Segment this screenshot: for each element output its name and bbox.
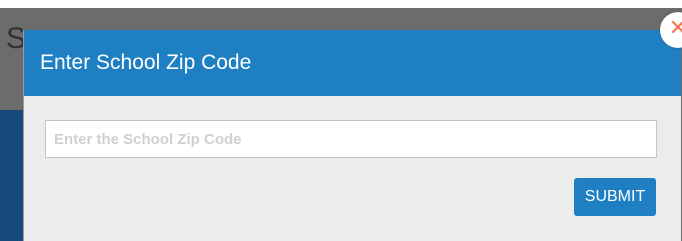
submit-button[interactable]: SUBMIT	[574, 178, 656, 216]
close-icon: ✕	[668, 16, 682, 41]
background-panel	[0, 110, 24, 241]
zip-code-input[interactable]	[45, 120, 657, 158]
modal-title: Enter School Zip Code	[40, 51, 252, 74]
zip-code-modal: Enter School Zip Code SUBMIT	[23, 30, 681, 241]
modal-header: Enter School Zip Code	[24, 30, 681, 96]
